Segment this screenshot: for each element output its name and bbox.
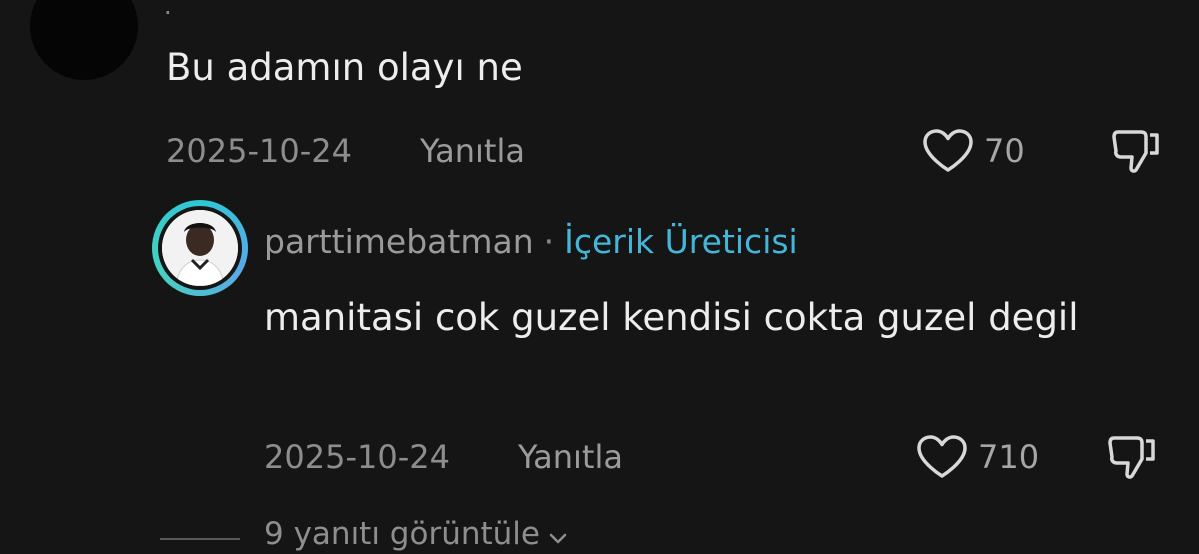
- chevron-down-icon: [549, 533, 567, 544]
- view-replies-button[interactable]: 9 yanıtı görüntüle: [160, 514, 570, 554]
- reply-like-button[interactable]: 710: [916, 435, 1039, 479]
- reply-reply-button[interactable]: Yanıtla: [518, 437, 623, 477]
- reply-button[interactable]: Yanıtla: [420, 131, 525, 171]
- reply-date: 2025-10-24: [264, 438, 450, 476]
- dislike-icon: [1108, 436, 1155, 479]
- heart-icon: [917, 435, 967, 478]
- like-button[interactable]: 70: [922, 129, 1025, 173]
- person-icon: [162, 210, 238, 286]
- avatar[interactable]: [30, 0, 138, 80]
- like-count: 710: [978, 438, 1040, 476]
- reply-header: parttimebatman · İçerik Üreticisi: [264, 222, 798, 262]
- reply-avatar[interactable]: [152, 200, 248, 296]
- reply-dislike-button[interactable]: [1106, 433, 1156, 481]
- divider-line: [160, 538, 240, 540]
- reply-text: manitasi cok guzel kendisi cokta guzel d…: [264, 296, 1079, 339]
- separator-dot: ·: [543, 222, 555, 261]
- reply-username[interactable]: parttimebatman: [264, 222, 534, 262]
- comment-date: 2025-10-24: [166, 132, 352, 170]
- heart-icon: [923, 129, 973, 172]
- comment-username[interactable]: .: [164, 0, 172, 18]
- dislike-icon: [1112, 130, 1159, 173]
- dislike-button[interactable]: [1110, 127, 1160, 175]
- like-count: 70: [984, 132, 1025, 170]
- creator-badge: İçerik Üreticisi: [564, 222, 798, 261]
- comment-text: Bu adamın olayı ne: [166, 46, 523, 89]
- view-replies-label: 9 yanıtı görüntüle: [264, 516, 540, 552]
- avatar-photo: [162, 210, 238, 286]
